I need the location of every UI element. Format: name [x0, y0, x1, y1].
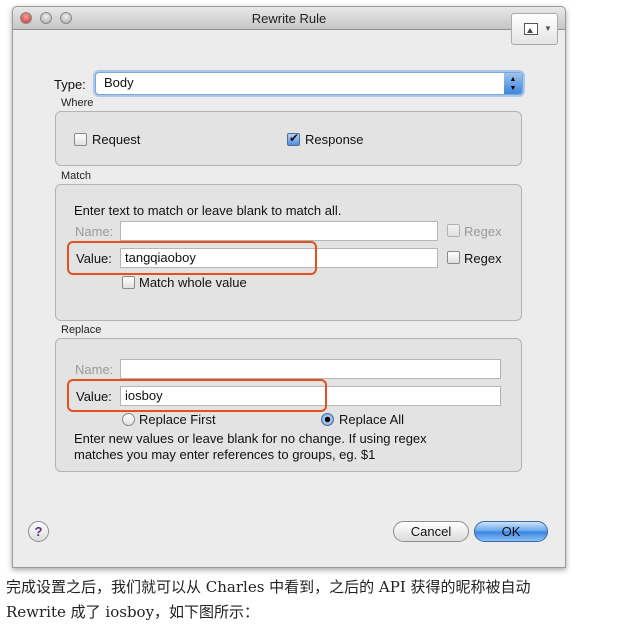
chevron-down-icon: ▼ — [544, 24, 552, 33]
match-whole-value-checkbox[interactable] — [122, 276, 135, 289]
replace-all-label: Replace All — [339, 412, 405, 427]
replace-first-radio[interactable] — [122, 413, 135, 426]
response-label: Response — [305, 132, 364, 147]
match-value-regex-checkbox[interactable] — [447, 251, 460, 264]
match-value-regex-label: Regex — [464, 251, 502, 266]
match-name-regex-checkbox[interactable] — [447, 224, 460, 237]
match-group-title: Match — [61, 170, 91, 182]
type-select[interactable]: Body ▲ ▼ — [95, 72, 523, 95]
select-arrows-icon: ▲ ▼ — [504, 73, 522, 94]
replace-first-label: Replace First — [139, 412, 216, 427]
where-group-title: Where — [61, 97, 94, 109]
replace-group-title: Replace — [61, 324, 102, 336]
title-bar: Rewrite Rule — [13, 7, 565, 30]
type-label: Type: — [54, 77, 86, 92]
caption-line1: 完成设置之后，我们就可以从 Charles 中看到，之后的 API 获得的昵称被… — [6, 578, 531, 596]
request-checkbox[interactable] — [74, 133, 87, 146]
image-menu-button[interactable]: ▼ — [511, 13, 558, 45]
caption-line2: Rewrite 成了 iosboy，如下图所示： — [6, 603, 260, 621]
replace-value-highlight-annotation — [67, 379, 327, 412]
replace-name-label: Name: — [75, 362, 114, 377]
response-checkbox[interactable] — [287, 131, 300, 146]
image-icon — [524, 23, 538, 35]
type-select-value: Body — [104, 75, 134, 90]
replace-name-input[interactable] — [120, 359, 501, 379]
match-whole-value-label: Match whole value — [139, 275, 247, 290]
cancel-button[interactable]: Cancel — [393, 521, 469, 542]
replace-all-radio[interactable] — [321, 413, 334, 426]
match-name-label: Name: — [75, 224, 114, 239]
ok-button[interactable]: OK — [474, 521, 548, 542]
help-button[interactable]: ? — [28, 521, 49, 542]
request-label: Request — [92, 132, 141, 147]
match-value-highlight-annotation — [67, 241, 317, 275]
match-hint-text: Enter text to match or leave blank to ma… — [74, 203, 342, 218]
window-title: Rewrite Rule — [251, 11, 327, 26]
match-name-regex-label: Regex — [464, 224, 502, 239]
replace-hint-line2: matches you may enter references to grou… — [74, 447, 376, 462]
match-name-input[interactable] — [120, 221, 438, 241]
replace-hint-line1: Enter new values or leave blank for no c… — [74, 431, 427, 446]
